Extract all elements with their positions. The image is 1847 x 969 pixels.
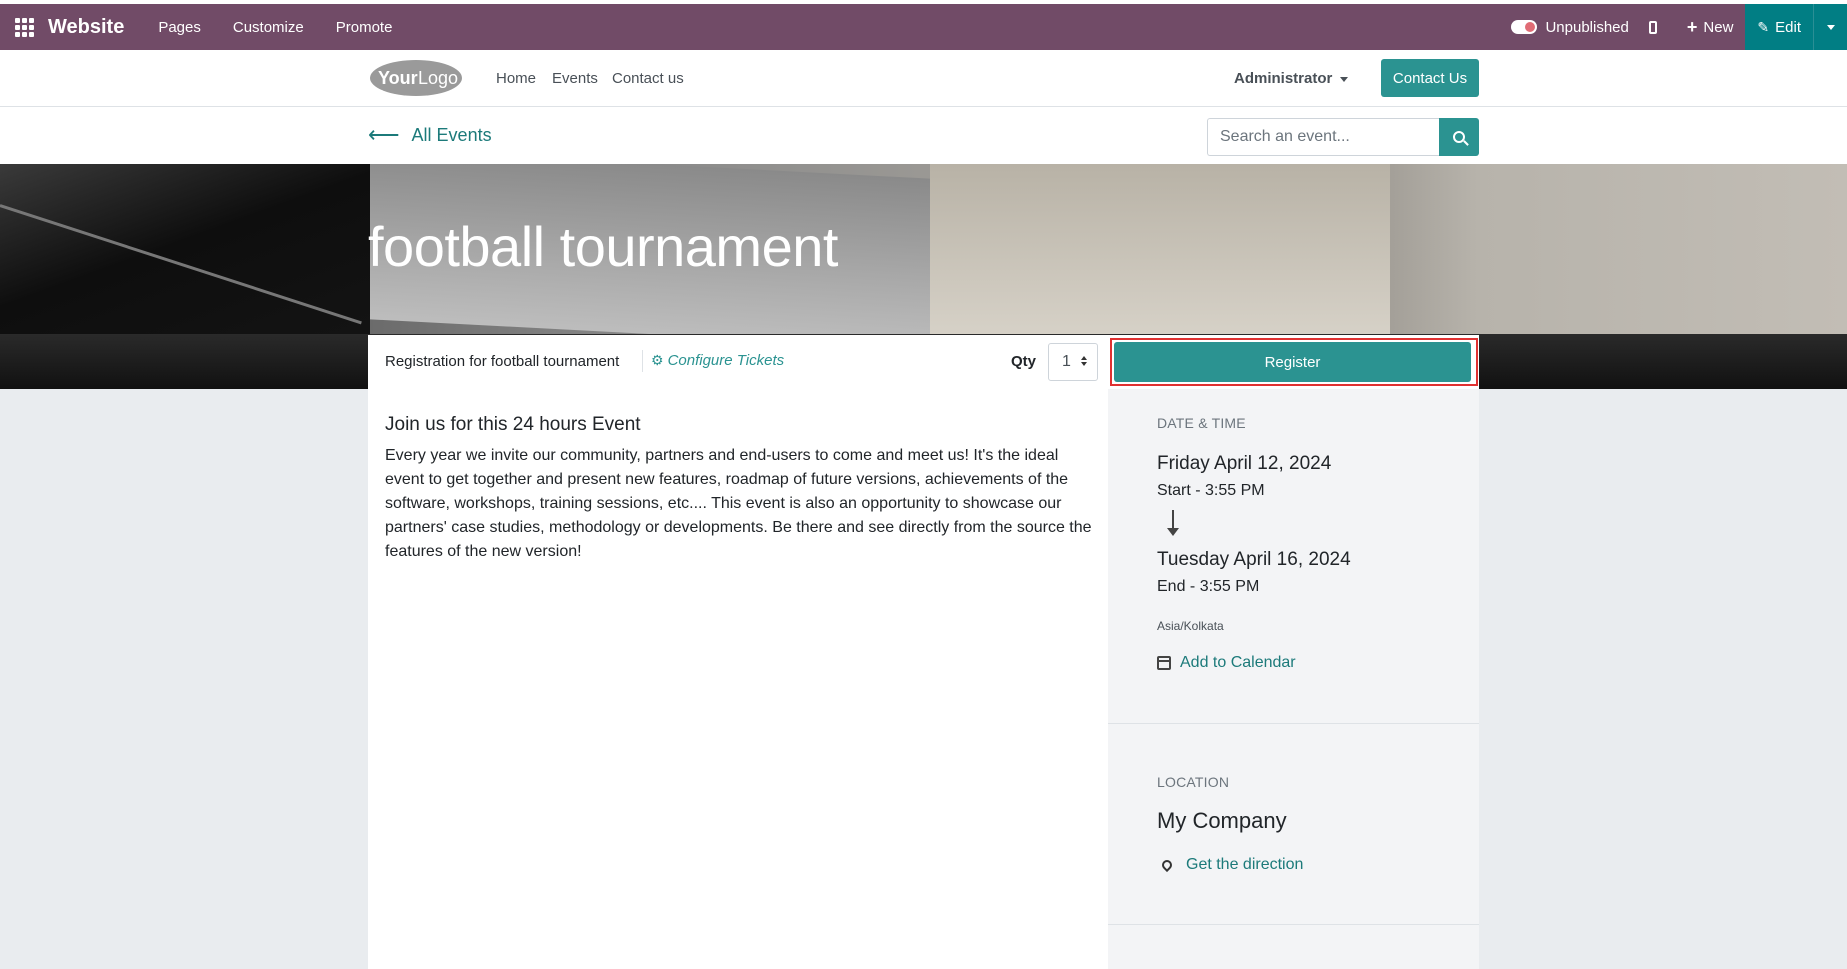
- event-description-heading: Join us for this 24 hours Event: [385, 414, 641, 435]
- apps-menu-button[interactable]: [0, 4, 48, 50]
- get-direction-label: Get the direction: [1186, 856, 1304, 873]
- contact-us-button[interactable]: Contact Us: [1381, 59, 1479, 97]
- configure-tickets-label: Configure Tickets: [667, 352, 785, 369]
- event-subnav: ⟵ All Events Search an event...: [0, 107, 1847, 164]
- caret-down-icon: [1340, 76, 1349, 82]
- event-search-input[interactable]: Search an event...: [1207, 118, 1440, 156]
- add-to-calendar-link[interactable]: Add to Calendar: [1157, 654, 1296, 672]
- edit-button[interactable]: ✎ Edit: [1745, 4, 1813, 50]
- admin-topbar: Website Pages Customize Promote Unpublis…: [0, 0, 1847, 50]
- new-button[interactable]: + New: [1687, 17, 1734, 38]
- caret-down-icon: [1826, 24, 1835, 30]
- event-sidebar: [1108, 389, 1479, 969]
- start-date: Friday April 12, 2024: [1157, 453, 1332, 474]
- grid-icon: [14, 17, 34, 37]
- site-header: Your Logo Home Events Contact us Adminis…: [0, 50, 1847, 107]
- timezone: Asia/Kolkata: [1157, 619, 1224, 633]
- end-date: Tuesday April 16, 2024: [1157, 549, 1351, 570]
- calendar-icon: [1157, 656, 1171, 670]
- qty-select[interactable]: 1: [1048, 343, 1098, 381]
- location-company: My Company: [1157, 808, 1287, 833]
- svg-text:Logo: Logo: [418, 68, 458, 88]
- menu-customize[interactable]: Customize: [233, 19, 304, 36]
- user-menu[interactable]: Administrator: [1234, 70, 1349, 87]
- qty-label: Qty: [1011, 353, 1037, 370]
- all-events-label: All Events: [411, 124, 492, 145]
- event-description: Every year we invite our community, part…: [385, 447, 1092, 560]
- event-title: football tournament: [368, 215, 838, 278]
- end-time: End - 3:55 PM: [1157, 578, 1260, 595]
- get-direction-link[interactable]: Get the direction: [1157, 856, 1303, 874]
- arrow-down-icon: [1167, 510, 1179, 536]
- location-label: LOCATION: [1157, 774, 1230, 790]
- register-button[interactable]: Register: [1114, 342, 1471, 382]
- edit-label: Edit: [1775, 18, 1801, 36]
- arrow-left-icon: ⟵: [368, 122, 400, 147]
- add-to-calendar-label: Add to Calendar: [1180, 654, 1296, 671]
- all-events-link[interactable]: ⟵ All Events: [368, 124, 492, 146]
- new-label: New: [1703, 18, 1734, 36]
- date-time-label: DATE & TIME: [1157, 415, 1246, 431]
- menu-pages[interactable]: Pages: [158, 19, 201, 36]
- search-icon: [1453, 131, 1465, 143]
- divider: [1108, 723, 1479, 724]
- divider: [642, 350, 643, 372]
- configure-tickets-link[interactable]: ⚙ Configure Tickets: [651, 352, 784, 369]
- divider: [1108, 924, 1479, 925]
- pencil-icon: ✎: [1757, 18, 1770, 35]
- app-title[interactable]: Website: [48, 16, 124, 39]
- map-pin-icon: [1159, 857, 1175, 873]
- mobile-preview-icon[interactable]: [1648, 20, 1657, 34]
- publish-toggle[interactable]: [1511, 20, 1538, 34]
- gear-icon: ⚙: [651, 352, 664, 368]
- search-button[interactable]: [1439, 118, 1479, 156]
- publish-status-label[interactable]: Unpublished: [1545, 19, 1628, 36]
- site-logo[interactable]: Your Logo: [368, 57, 464, 99]
- registration-label: Registration for football tournament: [385, 353, 620, 370]
- nav-home[interactable]: Home: [496, 70, 536, 87]
- select-arrows-icon: [1081, 356, 1087, 366]
- nav-contact-us[interactable]: Contact us: [612, 70, 684, 87]
- svg-text:Your: Your: [378, 68, 418, 88]
- start-time: Start - 3:55 PM: [1157, 482, 1265, 499]
- qty-value: 1: [1062, 353, 1071, 370]
- plus-icon: +: [1686, 16, 1698, 37]
- menu-promote[interactable]: Promote: [336, 19, 393, 36]
- nav-events[interactable]: Events: [552, 70, 598, 87]
- user-name: Administrator: [1234, 70, 1333, 87]
- edit-dropdown-button[interactable]: [1813, 4, 1847, 50]
